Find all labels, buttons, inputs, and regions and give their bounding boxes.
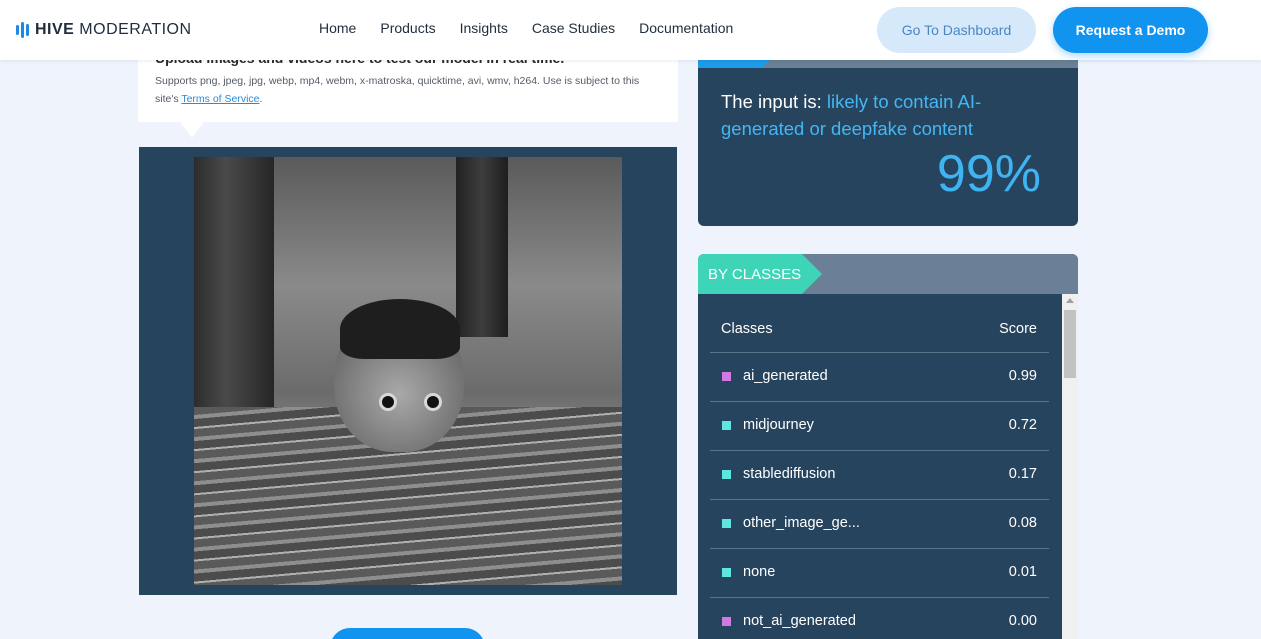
nav-link-documentation[interactable]: Documentation <box>639 20 733 36</box>
photo-eye-left <box>379 393 397 411</box>
nav-link-products[interactable]: Products <box>380 20 435 36</box>
result-percentage: 99% <box>936 145 1041 203</box>
result-verdict: The input is: likely to contain AI-gener… <box>721 88 1051 142</box>
go-to-dashboard-button[interactable]: Go To Dashboard <box>877 7 1036 53</box>
class-name: other_image_ge... <box>743 515 860 531</box>
class-color-swatch <box>722 617 731 626</box>
logo-text-light: MODERATION <box>74 21 192 38</box>
upload-pointer <box>180 122 204 138</box>
class-color-swatch <box>722 519 731 528</box>
classes-table-body: ai_generated 0.99 midjourney 0.72 stable… <box>710 353 1049 639</box>
table-row: midjourney 0.72 <box>710 402 1049 451</box>
class-name: ai_generated <box>743 368 828 384</box>
class-score: 0.00 <box>1008 613 1037 629</box>
hive-logo[interactable]: HIVE MODERATION <box>16 20 192 40</box>
class-name: stablediffusion <box>743 466 836 482</box>
class-name: not_ai_generated <box>743 613 856 629</box>
upload-description: Supports png, jpeg, jpg, webp, mp4, webm… <box>155 72 655 108</box>
class-name: none <box>743 564 776 580</box>
class-score: 0.17 <box>1008 466 1037 482</box>
column-header-score: Score <box>999 321 1037 337</box>
class-color-swatch <box>722 372 731 381</box>
photo-tree-trunk-2 <box>456 157 508 337</box>
submit-button[interactable] <box>330 628 485 639</box>
nav-link-home[interactable]: Home <box>319 20 356 36</box>
classes-table-header: Classes Score <box>710 306 1049 353</box>
nav-link-case-studies[interactable]: Case Studies <box>532 20 615 36</box>
scroll-thumb[interactable] <box>1064 310 1076 378</box>
hive-logo-icon <box>16 22 29 38</box>
top-navbar: HIVE MODERATION Home Products Insights C… <box>0 0 1261 60</box>
uploaded-image <box>194 157 622 585</box>
request-demo-button[interactable]: Request a Demo <box>1053 7 1208 53</box>
class-color-swatch <box>722 568 731 577</box>
class-color-swatch <box>722 470 731 479</box>
classes-card: BY CLASSES Classes Score ai_generated 0.… <box>698 254 1078 639</box>
class-score: 0.99 <box>1008 368 1037 384</box>
class-score: 0.01 <box>1008 564 1037 580</box>
upload-desc-end: . <box>259 93 263 105</box>
class-name: midjourney <box>743 417 814 433</box>
by-classes-tag: BY CLASSES <box>698 254 802 294</box>
table-row: other_image_ge... 0.08 <box>710 500 1049 549</box>
class-score: 0.72 <box>1008 417 1037 433</box>
class-score: 0.08 <box>1008 515 1037 531</box>
classes-scrollbar[interactable] <box>1062 294 1078 639</box>
logo-text-bold: HIVE <box>35 21 75 38</box>
image-preview-panel <box>139 147 677 595</box>
table-row: stablediffusion 0.17 <box>710 451 1049 500</box>
result-card: The input is: likely to contain AI-gener… <box>698 56 1078 226</box>
nav-links: Home Products Insights Case Studies Docu… <box>319 20 757 36</box>
logo-text: HIVE MODERATION <box>35 21 192 39</box>
photo-eye-right <box>424 393 442 411</box>
result-prefix: The input is: <box>721 91 827 112</box>
class-color-swatch <box>722 421 731 430</box>
table-row: none 0.01 <box>710 549 1049 598</box>
table-row: ai_generated 0.99 <box>710 353 1049 402</box>
scroll-up-arrow-icon[interactable] <box>1066 298 1074 303</box>
table-row: not_ai_generated 0.00 <box>710 598 1049 639</box>
photo-child-hair <box>340 299 460 359</box>
by-classes-tag-arrow <box>802 254 822 294</box>
terms-of-service-link[interactable]: Terms of Service <box>181 93 259 105</box>
column-header-classes: Classes <box>721 321 773 337</box>
nav-link-insights[interactable]: Insights <box>460 20 508 36</box>
